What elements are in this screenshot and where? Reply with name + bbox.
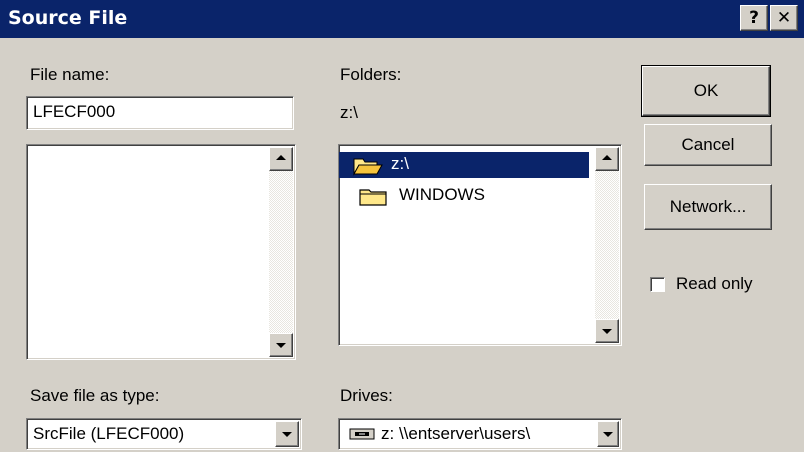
cancel-button[interactable]: Cancel bbox=[644, 124, 772, 166]
file-list-scroll-down-button[interactable] bbox=[269, 333, 293, 357]
save-type-label: Save file as type: bbox=[30, 386, 160, 405]
file-list-scroll-up-button[interactable] bbox=[269, 147, 293, 171]
arrow-up-icon bbox=[276, 155, 286, 160]
folder-item-root[interactable]: z:\ bbox=[339, 152, 589, 178]
file-list-scrollbar[interactable] bbox=[269, 147, 293, 357]
arrow-down-icon bbox=[603, 432, 613, 437]
network-drive-icon bbox=[349, 428, 375, 440]
arrow-down-icon bbox=[276, 343, 286, 348]
title-bar: Source File ? ✕ bbox=[0, 0, 804, 38]
file-name-input[interactable]: LFECF000 bbox=[26, 96, 294, 130]
folder-list-scrollbar[interactable] bbox=[595, 147, 619, 343]
window-title: Source File bbox=[8, 7, 128, 29]
drives-dropdown-button[interactable] bbox=[597, 421, 619, 447]
folder-list-scroll-up-button[interactable] bbox=[595, 147, 619, 171]
arrow-down-icon bbox=[282, 432, 292, 437]
close-button[interactable]: ✕ bbox=[770, 5, 798, 31]
folder-icon bbox=[359, 189, 387, 206]
arrow-down-icon bbox=[602, 329, 612, 334]
save-type-dropdown-button[interactable] bbox=[275, 421, 299, 447]
file-name-value: LFECF000 bbox=[33, 102, 116, 121]
help-button[interactable]: ? bbox=[740, 5, 768, 31]
folder-item-label: WINDOWS bbox=[399, 185, 485, 204]
arrow-up-icon bbox=[602, 155, 612, 160]
folder-item-windows[interactable]: WINDOWS bbox=[339, 183, 589, 209]
folders-label: Folders: bbox=[340, 65, 402, 84]
drives-label: Drives: bbox=[340, 386, 393, 405]
open-folder-icon bbox=[353, 158, 383, 176]
drives-value: z: \\entserver\users\ bbox=[381, 424, 531, 443]
drives-dropdown[interactable]: z: \\entserver\users\ bbox=[338, 418, 622, 450]
read-only-label: Read only bbox=[676, 274, 753, 293]
network-button[interactable]: Network... bbox=[644, 184, 772, 230]
folder-list[interactable]: z:\ WINDOWS bbox=[338, 144, 622, 346]
file-name-label: File name: bbox=[30, 65, 110, 84]
ok-button[interactable]: OK bbox=[641, 65, 771, 117]
folder-item-label: z:\ bbox=[391, 154, 409, 173]
file-list[interactable] bbox=[26, 144, 296, 360]
save-type-dropdown[interactable]: SrcFile (LFECF000) bbox=[26, 418, 302, 450]
save-type-value: SrcFile (LFECF000) bbox=[33, 424, 185, 443]
read-only-checkbox[interactable] bbox=[650, 277, 665, 292]
current-folder-path: z:\ bbox=[340, 103, 358, 122]
folder-list-scroll-down-button[interactable] bbox=[595, 319, 619, 343]
